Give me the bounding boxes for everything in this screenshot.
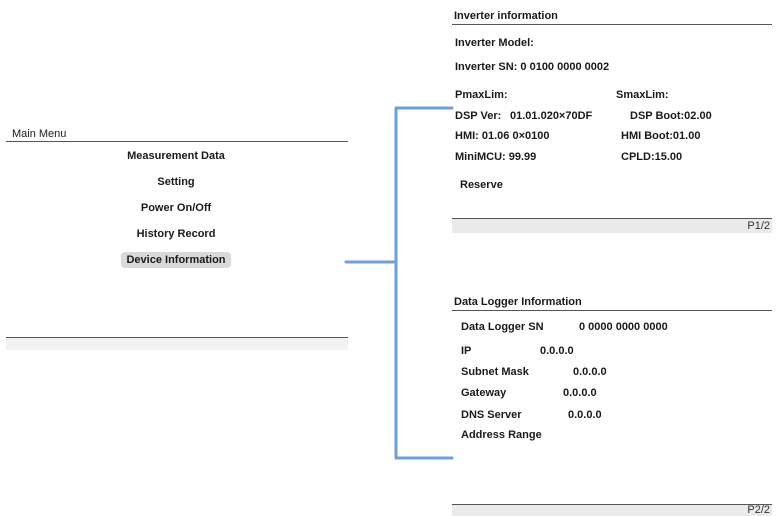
smaxlim: SmaxLim: bbox=[616, 89, 669, 101]
page-indicator-2: P2/2 bbox=[747, 504, 770, 516]
main-menu-panel: Main Menu Measurement Data Setting Power… bbox=[6, 128, 348, 354]
address-range-label: Address Range bbox=[461, 429, 542, 441]
main-menu-title: Main Menu bbox=[12, 128, 67, 140]
menu-item-setting[interactable]: Setting bbox=[6, 176, 346, 188]
logger-info-footer bbox=[452, 505, 772, 516]
main-menu-footer bbox=[6, 338, 348, 350]
hmi-boot: HMI Boot:01.00 bbox=[621, 130, 701, 142]
dsp-boot: DSP Boot:02.00 bbox=[630, 110, 712, 122]
inverter-model: Inverter Model: bbox=[455, 37, 534, 49]
logger-info-title: Data Logger Information bbox=[454, 296, 582, 308]
main-menu-top-rule bbox=[6, 141, 348, 142]
ip-label: IP bbox=[461, 345, 472, 357]
logger-sn-value: 0 0000 0000 0000 bbox=[579, 321, 668, 333]
dns-server-label: DNS Server bbox=[461, 409, 522, 421]
dsp-ver-label: DSP Ver: bbox=[455, 110, 502, 122]
inverter-info-panel: Inverter information Inverter Model: Inv… bbox=[452, 8, 772, 234]
inverter-info-top-rule bbox=[452, 24, 772, 25]
menu-item-measurement-data[interactable]: Measurement Data bbox=[6, 150, 346, 162]
hmi-version: HMI: 01.06 0×0100 bbox=[455, 130, 550, 142]
pmaxlim: PmaxLim: bbox=[455, 89, 508, 101]
menu-item-history-record[interactable]: History Record bbox=[6, 228, 346, 240]
dsp-ver-value: 01.01.020×70DF bbox=[510, 110, 593, 122]
ip-value: 0.0.0.0 bbox=[540, 345, 574, 357]
menu-item-power-on-off[interactable]: Power On/Off bbox=[6, 202, 346, 214]
logger-info-top-rule bbox=[452, 310, 772, 311]
gateway-label: Gateway bbox=[461, 387, 507, 399]
subnet-mask-value: 0.0.0.0 bbox=[573, 366, 607, 378]
subnet-mask-label: Subnet Mask bbox=[461, 366, 529, 378]
inverter-info-title: Inverter information bbox=[454, 10, 558, 22]
menu-item-device-information[interactable]: Device Information bbox=[6, 252, 346, 268]
gateway-value: 0.0.0.0 bbox=[563, 387, 597, 399]
dns-server-value: 0.0.0.0 bbox=[568, 409, 602, 421]
cpld-version: CPLD:15.00 bbox=[621, 151, 683, 163]
inverter-sn: Inverter SN: 0 0100 0000 0002 bbox=[455, 61, 610, 73]
inverter-info-footer bbox=[452, 219, 772, 233]
minimcu-version: MiniMCU: 99.99 bbox=[455, 151, 537, 163]
reserve-label: Reserve bbox=[460, 179, 503, 191]
logger-sn-label: Data Logger SN bbox=[461, 321, 544, 333]
page-indicator-1: P1/2 bbox=[747, 220, 770, 232]
logger-info-panel: Data Logger Information Data Logger SN 0… bbox=[452, 294, 772, 516]
